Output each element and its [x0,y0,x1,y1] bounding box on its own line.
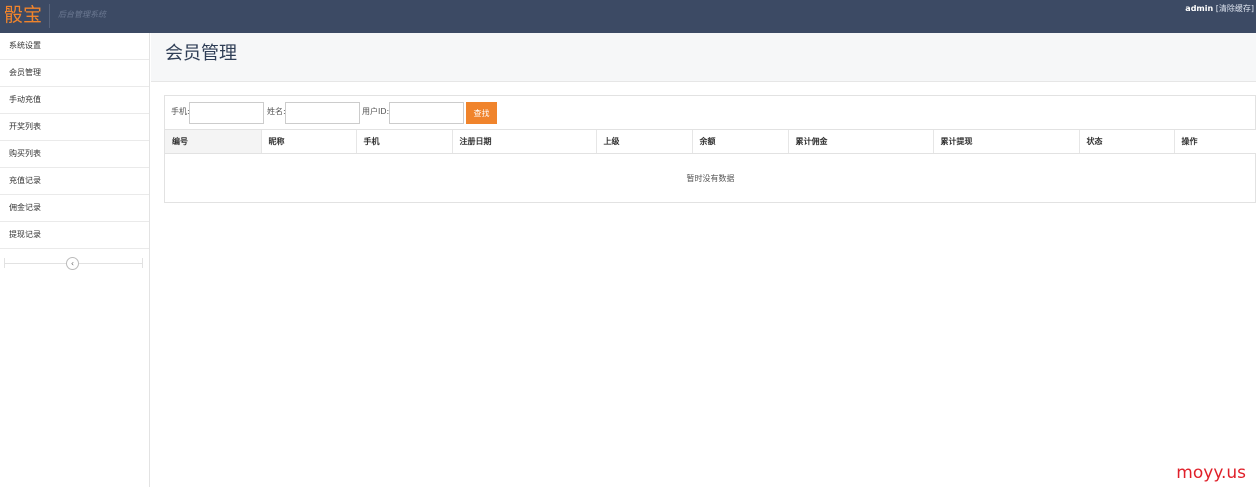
sidebar: 系统设置 会员管理 手动充值 开奖列表 购买列表 充值记录 佣金记录 提现记录 … [0,33,150,487]
search-button[interactable]: 查找 [466,102,497,124]
top-bar: 骰宝 后台管理系统 admin [清除缓存] [0,0,1256,33]
column-header: 注册日期 [451,129,596,154]
column-header: 编号 [165,129,261,154]
collapse-divider-cap [4,258,5,268]
sidebar-item-member-management[interactable]: 会员管理 [0,60,149,87]
column-header: 昵称 [260,129,356,154]
sidebar-item-manual-recharge[interactable]: 手动充值 [0,87,149,114]
clear-cache-link[interactable]: [清除缓存] [1216,4,1254,13]
table-header-row: 编号 昵称 手机 注册日期 上级 余额 累计佣金 累计提现 状态 操作 [165,129,1256,154]
sidebar-item-system-settings[interactable]: 系统设置 [0,33,149,60]
userid-label: 用户ID: [362,107,390,116]
page-title: 会员管理 [165,43,237,64]
name-label: 姓名: [267,107,286,116]
column-header: 余额 [691,129,788,154]
sidebar-item-recharge-records[interactable]: 充值记录 [0,168,149,195]
chevron-left-icon[interactable]: ‹ [66,257,79,270]
empty-message: 暂时没有数据 [686,173,735,183]
phone-label: 手机: [171,107,190,116]
column-header: 累计佣金 [787,129,933,154]
sidebar-item-draw-list[interactable]: 开奖列表 [0,114,149,141]
logo[interactable]: 骰宝 [4,3,42,27]
sidebar-item-purchase-list[interactable]: 购买列表 [0,141,149,168]
column-header: 累计提现 [932,129,1079,154]
sidebar-collapse-row: ‹ [0,249,149,277]
main-content: 会员管理 手机: 姓名: 用户ID: 查找 编号 昵称 手机 注册日期 上级 余… [151,33,1256,487]
admin-area: admin [清除缓存] [1185,4,1254,14]
phone-input[interactable] [189,102,264,124]
column-header: 操作 [1173,129,1256,154]
watermark-text: moyy.us [1176,463,1246,483]
member-panel: 手机: 姓名: 用户ID: 查找 编号 昵称 手机 注册日期 上级 余额 累计佣… [164,95,1256,203]
column-header: 手机 [355,129,452,154]
collapse-divider-cap [142,258,143,268]
name-input[interactable] [285,102,360,124]
userid-input[interactable] [389,102,464,124]
column-header: 状态 [1078,129,1174,154]
member-table: 编号 昵称 手机 注册日期 上级 余额 累计佣金 累计提现 状态 操作 暂时没有… [165,129,1256,203]
sidebar-item-commission-records[interactable]: 佣金记录 [0,195,149,222]
page-header: 会员管理 [151,33,1256,82]
logo-divider [49,4,50,28]
column-header: 上级 [595,129,692,154]
admin-username[interactable]: admin [1185,4,1213,13]
app-subtitle: 后台管理系统 [58,10,106,19]
sidebar-item-withdraw-records[interactable]: 提现记录 [0,222,149,249]
table-row: 暂时没有数据 [165,154,1256,203]
